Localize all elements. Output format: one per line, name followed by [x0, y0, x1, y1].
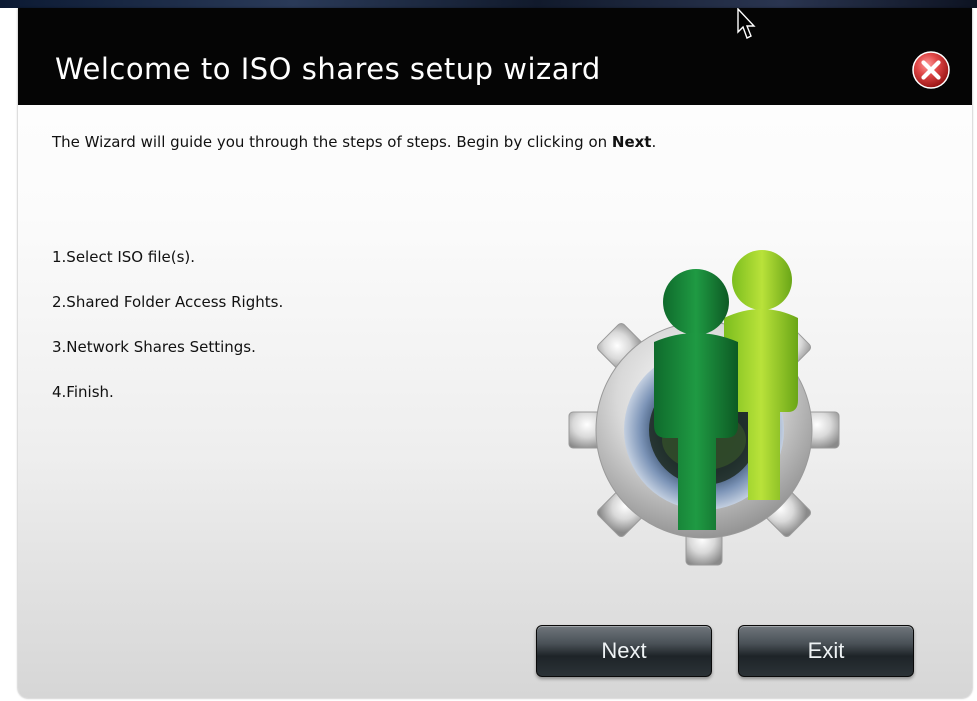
step-item: 1.Select ISO file(s).: [52, 248, 196, 266]
mouse-cursor-icon: [737, 8, 756, 39]
background-desktop-strip: [0, 0, 977, 8]
intro-text-main: The Wizard will guide you through the st…: [52, 133, 612, 151]
dialog-title: Welcome to ISO shares setup wizard: [55, 52, 601, 86]
steps-list: 1.Select ISO file(s). 2.Shared Folder Ac…: [52, 248, 283, 428]
wizard-dialog: Welcome to ISO shares setup wizard The W…: [18, 8, 972, 698]
close-icon: [912, 51, 950, 89]
step-item: 3.Network Shares Settings.: [52, 338, 256, 356]
step-item: 2.Shared Folder Access Rights.: [52, 293, 284, 311]
exit-button[interactable]: Exit: [738, 625, 914, 677]
screen: Welcome to ISO shares setup wizard The W…: [0, 0, 977, 701]
step-item: 4.Finish.: [52, 383, 114, 401]
users-gear-icon: [566, 240, 846, 580]
intro-text-end: .: [651, 133, 657, 151]
intro-text-next-emphasis: Next: [611, 133, 652, 151]
next-button[interactable]: Next: [536, 625, 712, 677]
close-button[interactable]: [911, 50, 951, 90]
dialog-title-bar: Welcome to ISO shares setup wizard: [18, 8, 972, 105]
intro-text: The Wizard will guide you through the st…: [52, 133, 656, 151]
